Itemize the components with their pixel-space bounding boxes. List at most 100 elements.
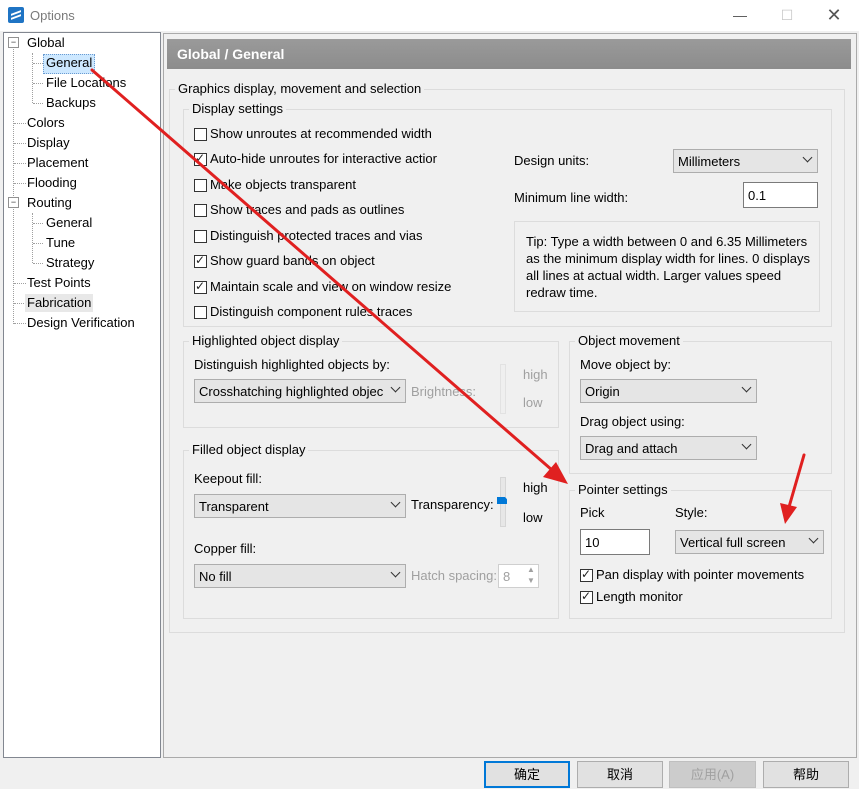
ok-button[interactable]: 确定 — [484, 761, 570, 788]
pan-display-label: Pan display with pointer movements — [596, 567, 805, 582]
transparent-objects-label: Make objects transparent — [210, 177, 356, 192]
tree-item-file-locations[interactable]: File Locations — [44, 74, 128, 92]
tree-line — [33, 223, 43, 224]
distinguish-select[interactable]: Crosshatching highlighted objec — [194, 379, 406, 403]
move-object-select[interactable]: Origin — [580, 379, 757, 403]
tree-item-global[interactable]: Global — [25, 34, 67, 52]
copper-fill-select[interactable]: No fill — [194, 564, 406, 588]
spin-down-icon: ▼ — [527, 576, 535, 585]
collapse-routing-icon[interactable]: − — [8, 197, 19, 208]
app-icon — [8, 7, 24, 23]
length-monitor-label: Length monitor — [596, 589, 683, 604]
pick-label: Pick — [580, 505, 605, 520]
component-rules-label: Distinguish component rules traces — [210, 304, 413, 319]
tree-line — [33, 103, 43, 104]
spin-up-icon: ▲ — [527, 565, 535, 574]
distinguish-value: Crosshatching highlighted objec — [199, 384, 384, 399]
hatch-spacing-label: Hatch spacing: — [411, 568, 497, 583]
transparent-objects-checkbox[interactable] — [194, 179, 207, 192]
brightness-label: Brightness: — [411, 384, 477, 399]
tree-item-design-verification[interactable]: Design Verification — [25, 314, 137, 332]
protected-traces-label: Distinguish protected traces and vias — [210, 228, 423, 243]
object-movement-title: Object movement — [575, 333, 683, 348]
design-units-label: Design units: — [514, 153, 590, 168]
auto-hide-unroutes-label: Auto-hide unroutes for interactive actio… — [210, 151, 437, 166]
chevron-down-icon — [392, 569, 400, 577]
tree-item-backups[interactable]: Backups — [44, 94, 98, 112]
pointer-style-value: Vertical full screen — [680, 535, 786, 550]
tree-item-colors[interactable]: Colors — [25, 114, 67, 132]
tree-item-placement[interactable]: Placement — [25, 154, 90, 172]
copper-fill-value: No fill — [199, 569, 232, 584]
chevron-down-icon — [743, 441, 751, 449]
pointer-title: Pointer settings — [575, 482, 671, 497]
brightness-low-label: low — [523, 395, 543, 410]
maximize-icon: ☐ — [780, 7, 794, 23]
move-object-label: Move object by: — [580, 357, 672, 372]
drag-object-select[interactable]: Drag and attach — [580, 436, 757, 460]
pan-display-checkbox[interactable] — [580, 567, 593, 582]
tree-line — [32, 213, 33, 263]
keepout-fill-select[interactable]: Transparent — [194, 494, 406, 518]
tree-item-test-points[interactable]: Test Points — [25, 274, 93, 292]
tree-item-general[interactable]: General — [43, 54, 96, 74]
chevron-down-icon — [804, 154, 812, 162]
guard-bands-checkbox[interactable] — [194, 253, 207, 268]
tree-item-routing-general[interactable]: General — [44, 214, 94, 232]
style-label: Style: — [675, 505, 708, 520]
auto-hide-unroutes-checkbox[interactable] — [194, 151, 207, 166]
collapse-global-icon[interactable]: − — [8, 37, 19, 48]
chevron-down-icon — [810, 535, 818, 543]
minimize-icon[interactable]: — — [717, 0, 763, 31]
tree-item-routing[interactable]: Routing — [25, 194, 74, 212]
graphics-group-title: Graphics display, movement and selection — [175, 81, 425, 96]
tree-item-display[interactable]: Display — [25, 134, 72, 152]
transparency-label: Transparency: — [411, 497, 494, 512]
tree-line — [33, 243, 43, 244]
design-units-value: Millimeters — [678, 154, 741, 169]
length-monitor-checkbox[interactable] — [580, 589, 593, 604]
transparency-slider-thumb[interactable] — [497, 497, 507, 504]
tree-item-tune[interactable]: Tune — [44, 234, 77, 252]
chevron-down-icon — [392, 384, 400, 392]
tree-line — [32, 53, 33, 103]
chevron-down-icon — [743, 384, 751, 392]
show-unroutes-checkbox[interactable] — [194, 128, 207, 141]
cancel-button[interactable]: 取消 — [577, 761, 663, 788]
tree-item-strategy[interactable]: Strategy — [44, 254, 96, 272]
help-button[interactable]: 帮助 — [763, 761, 849, 788]
tree-line — [33, 83, 43, 84]
tree-item-flooding[interactable]: Flooding — [25, 174, 79, 192]
tree-item-fabrication[interactable]: Fabrication — [25, 294, 94, 312]
outlines-checkbox[interactable] — [194, 204, 207, 217]
filled-title: Filled object display — [189, 442, 309, 457]
panel-header: Global / General — [167, 39, 851, 69]
pointer-style-select[interactable]: Vertical full screen — [675, 530, 824, 554]
keepout-fill-label: Keepout fill: — [194, 471, 262, 486]
protected-traces-checkbox[interactable] — [194, 230, 207, 243]
keepout-fill-value: Transparent — [199, 499, 269, 514]
apply-button: 应用(A) — [669, 761, 756, 788]
outlines-label: Show traces and pads as outlines — [210, 202, 405, 217]
hatch-spacing-input: 8 ▲ ▼ — [498, 564, 539, 588]
hatch-spacing-value: 8 — [503, 569, 511, 584]
min-line-width-input[interactable]: 0.1 — [743, 182, 818, 208]
window-title: Options — [30, 8, 75, 23]
component-rules-checkbox[interactable] — [194, 306, 207, 319]
design-units-select[interactable]: Millimeters — [673, 149, 818, 173]
copper-fill-label: Copper fill: — [194, 541, 257, 556]
pick-input[interactable]: 10 — [580, 529, 650, 555]
highlighted-title: Highlighted object display — [189, 333, 343, 348]
chevron-down-icon — [392, 499, 400, 507]
distinguish-label: Distinguish highlighted objects by: — [194, 357, 390, 372]
maintain-scale-checkbox[interactable] — [194, 279, 207, 294]
close-icon[interactable]: ✕ — [811, 0, 857, 31]
tip-text: Tip: Type a width between 0 and 6.35 Mil… — [526, 234, 810, 300]
guard-bands-label: Show guard bands on object — [210, 253, 375, 268]
tree-line — [33, 63, 43, 64]
pick-value: 10 — [585, 535, 600, 550]
maintain-scale-label: Maintain scale and view on window resize — [210, 279, 452, 294]
drag-object-label: Drag object using: — [580, 414, 685, 429]
transparency-high-label: high — [523, 480, 548, 495]
options-tree[interactable]: − − Global General File Locations Backup… — [3, 32, 161, 758]
